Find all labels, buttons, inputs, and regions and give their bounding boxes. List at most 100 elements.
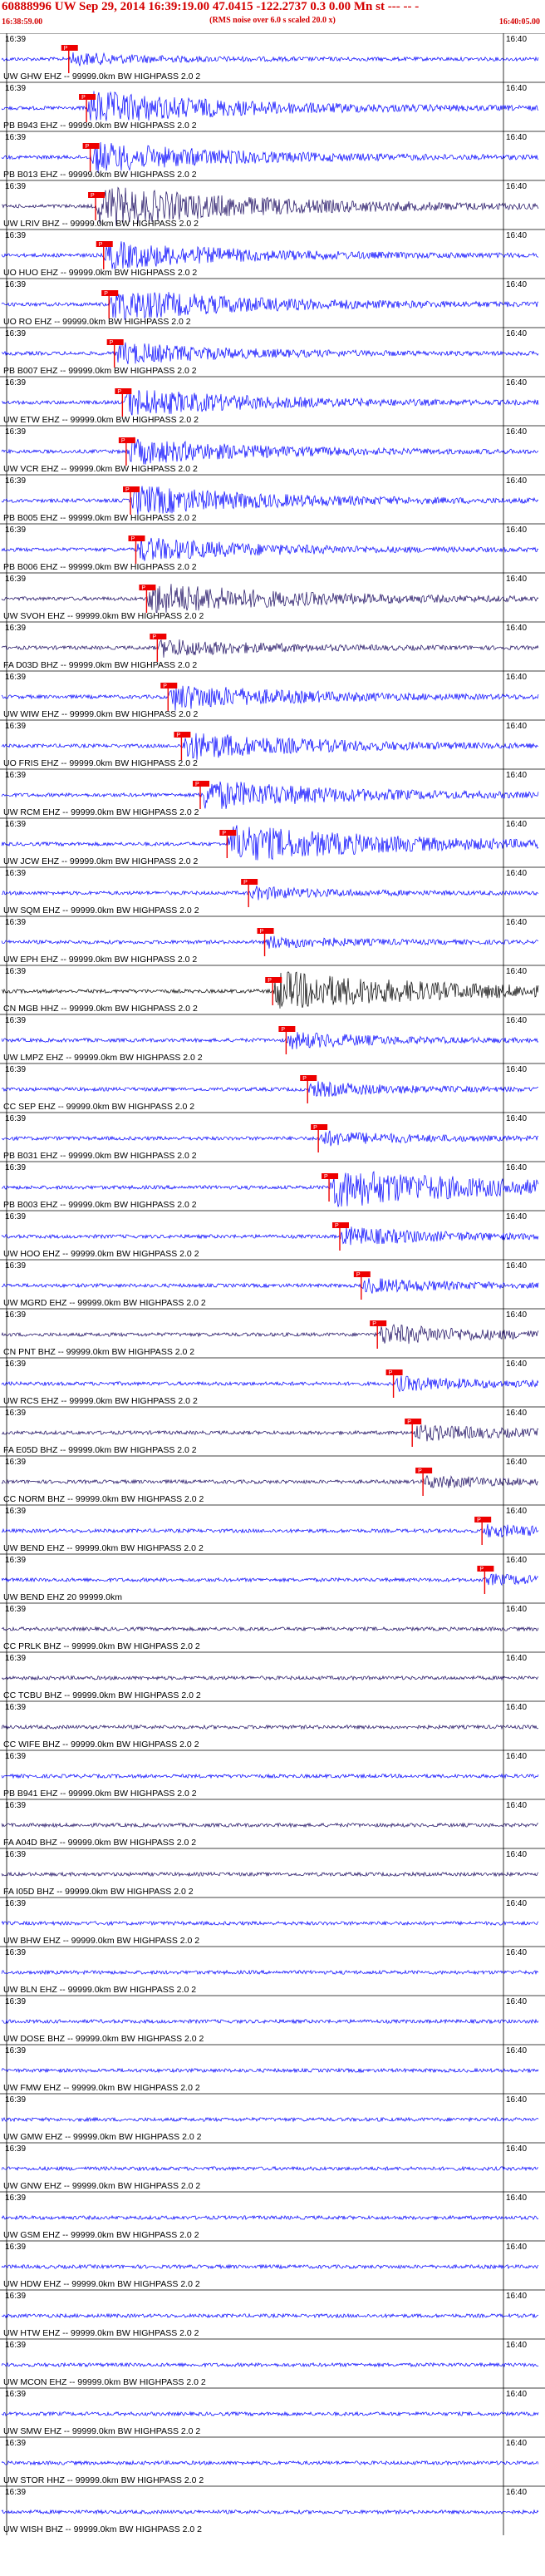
- channel-label: PB B941 EHZ -- 99999.0km BW HIGHPASS 2.0…: [3, 1789, 197, 1799]
- pick-label: P: [110, 340, 114, 346]
- tick-label-right: 16:40: [506, 1605, 527, 1614]
- pick-label: P: [131, 536, 135, 542]
- waveform-trace: [1, 2460, 539, 2466]
- channel-label: CN PNT BHZ -- 99999.0km BW HIGHPASS 2.0 …: [3, 1347, 194, 1357]
- tick-label-right: 16:40: [506, 1409, 527, 1418]
- channel-label: UW HDW EHZ -- 99999.0km BW HIGHPASS 2.0 …: [3, 2279, 200, 2289]
- tick-label-right: 16:40: [506, 2488, 527, 2497]
- tick-label-left: 16:39: [5, 2292, 26, 2301]
- waveform-trace: [2, 1424, 539, 1442]
- waveform-trace: [1, 388, 539, 416]
- tick-label-left: 16:39: [5, 1163, 26, 1172]
- waveform-trace: [1, 685, 539, 711]
- channel-row: 16:39 16:40 P CN MGB HHZ -- 99999.0km BW HI…: [0, 965, 545, 1014]
- waveform-trace: [1, 1324, 539, 1345]
- tick-label-right: 16:40: [506, 2390, 527, 2399]
- tick-label-left: 16:39: [5, 1801, 26, 1810]
- channel-row: 16:39 16:40 P PB B943 EHZ -- 99999.0km BW H…: [0, 81, 545, 131]
- tick-label-right: 16:40: [506, 182, 527, 191]
- channel-row: 16:39 16:40 P FA E05D BHZ -- 99999.0km BW H…: [0, 1406, 545, 1456]
- channel-label: UO FRIS EHZ -- 99999.0km BW HIGHPASS 2.0…: [3, 758, 198, 768]
- waveform-trace: [1, 1773, 539, 1779]
- waveform-trace: [1, 1724, 539, 1730]
- channel-row: 16:39 16:40 UW DOSE BHZ -- 99999.0km BW HI…: [0, 1995, 545, 2045]
- waveform-trace: [1, 241, 539, 269]
- tick-label-right: 16:40: [506, 2341, 527, 2350]
- waveform-trace: [1, 1081, 539, 1098]
- tick-label-right: 16:40: [506, 1114, 527, 1123]
- tick-label-right: 16:40: [506, 1703, 527, 1712]
- tick-label-left: 16:39: [5, 133, 26, 142]
- pick-label: P: [477, 1517, 481, 1523]
- tick-label-left: 16:39: [5, 1261, 26, 1271]
- channel-row: 16:39 16:40 P UW HOO EHZ -- 99999.0km BW HI…: [0, 1210, 545, 1260]
- channel-row: 16:39 16:40 P UW JCW EHZ -- 99999.0km BW HI…: [0, 817, 545, 867]
- channel-label: UW VCR EHZ -- 99999.0km BW HIGHPASS 2.0 …: [3, 464, 198, 474]
- tick-label-right: 16:40: [506, 771, 527, 780]
- tick-label-right: 16:40: [506, 1360, 527, 1369]
- waveform-trace: [1, 1920, 539, 1927]
- waveform-trace: [1, 2165, 538, 2172]
- channel-row: 16:39 16:40 P UW BEND EHZ 20 99999.0km: [0, 1553, 545, 1603]
- pick-label: P: [407, 1419, 411, 1425]
- channel-label: UW BHW EHZ -- 99999.0km BW HIGHPASS 2.0 …: [3, 1936, 199, 1946]
- channel-label: PB B005 EHZ -- 99999.0km BW HIGHPASS 2.0…: [3, 513, 197, 523]
- channel-row: 16:39 16:40 CC WIFE BHZ -- 99999.0km BW HI…: [0, 1700, 545, 1750]
- channel-row: 16:39 16:40 P UW GHW EHZ -- 99999.0km BW HI…: [0, 33, 545, 82]
- tick-label-left: 16:39: [5, 1310, 26, 1320]
- tick-label-left: 16:39: [5, 1997, 26, 2006]
- pick-label: P: [418, 1468, 422, 1474]
- tick-label-left: 16:39: [5, 918, 26, 927]
- channel-label: UW MGRD EHZ -- 99999.0km BW HIGHPASS 2.0…: [3, 1298, 206, 1308]
- channel-label: UW GSM EHZ -- 99999.0km BW HIGHPASS 2.0 …: [3, 2230, 199, 2240]
- tick-label-right: 16:40: [506, 2292, 527, 2301]
- tick-label-right: 16:40: [506, 1556, 527, 1565]
- channel-row: 16:39 16:40 P PB B031 EHZ -- 99999.0km BW H…: [0, 1112, 545, 1162]
- pick-label: P: [372, 1321, 376, 1327]
- tick-label-left: 16:39: [5, 280, 26, 289]
- tick-label-left: 16:39: [5, 1752, 26, 1761]
- channel-label: FA E05D BHZ -- 99999.0km BW HIGHPASS 2.0…: [3, 1445, 197, 1455]
- channel-label: CN MGB HHZ -- 99999.0km BW HIGHPASS 2.0 …: [3, 1004, 198, 1014]
- tick-label-left: 16:39: [5, 1360, 26, 1369]
- pick-label: P: [163, 683, 167, 689]
- channel-row: 16:39 16:40 UW GSM EHZ -- 99999.0km BW HIG…: [0, 2191, 545, 2241]
- channel-row: 16:39 16:40 P CN PNT BHZ -- 99999.0km BW HI…: [0, 1308, 545, 1358]
- tick-label-right: 16:40: [506, 427, 527, 437]
- end-time-label: 16:40:05.00: [498, 17, 540, 27]
- channel-row: 16:39 16:40 UW BLN EHZ -- 99999.0km BW HIG…: [0, 1946, 545, 1996]
- tick-label-right: 16:40: [506, 624, 527, 633]
- channel-row: 16:39 16:40 P UW BEND EHZ -- 99999.0km BW H…: [0, 1504, 545, 1554]
- channel-label: UW EPH EHZ -- 99999.0km BW HIGHPASS 2.0 …: [3, 955, 197, 965]
- pick-label: P: [260, 929, 264, 935]
- tick-label-right: 16:40: [506, 1850, 527, 1859]
- channel-row: 16:39 16:40 P PB B013 EHZ -- 99999.0km BW H…: [0, 131, 545, 180]
- channel-row: 16:39 16:40 UW WISH BHZ -- 99999.0km BW HI…: [0, 2485, 545, 2535]
- tick-label-left: 16:39: [5, 2488, 26, 2497]
- waveform-trace: [1, 781, 539, 809]
- pick-label: P: [99, 242, 103, 248]
- pick-label: P: [313, 1125, 317, 1131]
- channel-row: 16:39 16:40 P PB B007 EHZ -- 99999.0km BW H…: [0, 327, 545, 377]
- tick-label-right: 16:40: [506, 231, 527, 240]
- channel-label: UO HUO EHZ -- 99999.0km BW HIGHPASS 2.0 …: [3, 268, 197, 278]
- tick-label-right: 16:40: [506, 2243, 527, 2252]
- pick-label: P: [86, 144, 90, 150]
- waveform-trace: [1, 1573, 539, 1587]
- waveform-trace: [1, 1375, 539, 1392]
- channel-label: PB B003 EHZ -- 99999.0km BW HIGHPASS 2.0…: [3, 1200, 197, 1210]
- channel-row: 16:39 16:40 P UW WIW EHZ -- 99999.0km BW HI…: [0, 670, 545, 720]
- channel-row: 16:39 16:40 P UW RCM EHZ -- 99999.0km BW HI…: [0, 768, 545, 818]
- tick-label-right: 16:40: [506, 967, 527, 976]
- channel-row: 16:39 16:40 P UW EPH EHZ -- 99999.0km BW HI…: [0, 915, 545, 965]
- pick-label: P: [356, 1272, 361, 1278]
- tick-label-left: 16:39: [5, 1458, 26, 1467]
- tick-label-left: 16:39: [5, 182, 26, 191]
- channel-label: UW GMW EHZ -- 99999.0km BW HIGHPASS 2.0 …: [3, 2132, 202, 2142]
- waveform-trace: [1, 2067, 539, 2074]
- tick-label-left: 16:39: [5, 869, 26, 878]
- tick-label-right: 16:40: [506, 1261, 527, 1271]
- channel-label: PB B006 EHZ -- 99999.0km BW HIGHPASS 2.0…: [3, 562, 197, 572]
- channel-label: CC SEP EHZ -- 99999.0km BW HIGHPASS 2.0 …: [3, 1102, 194, 1112]
- tick-label-right: 16:40: [506, 1310, 527, 1320]
